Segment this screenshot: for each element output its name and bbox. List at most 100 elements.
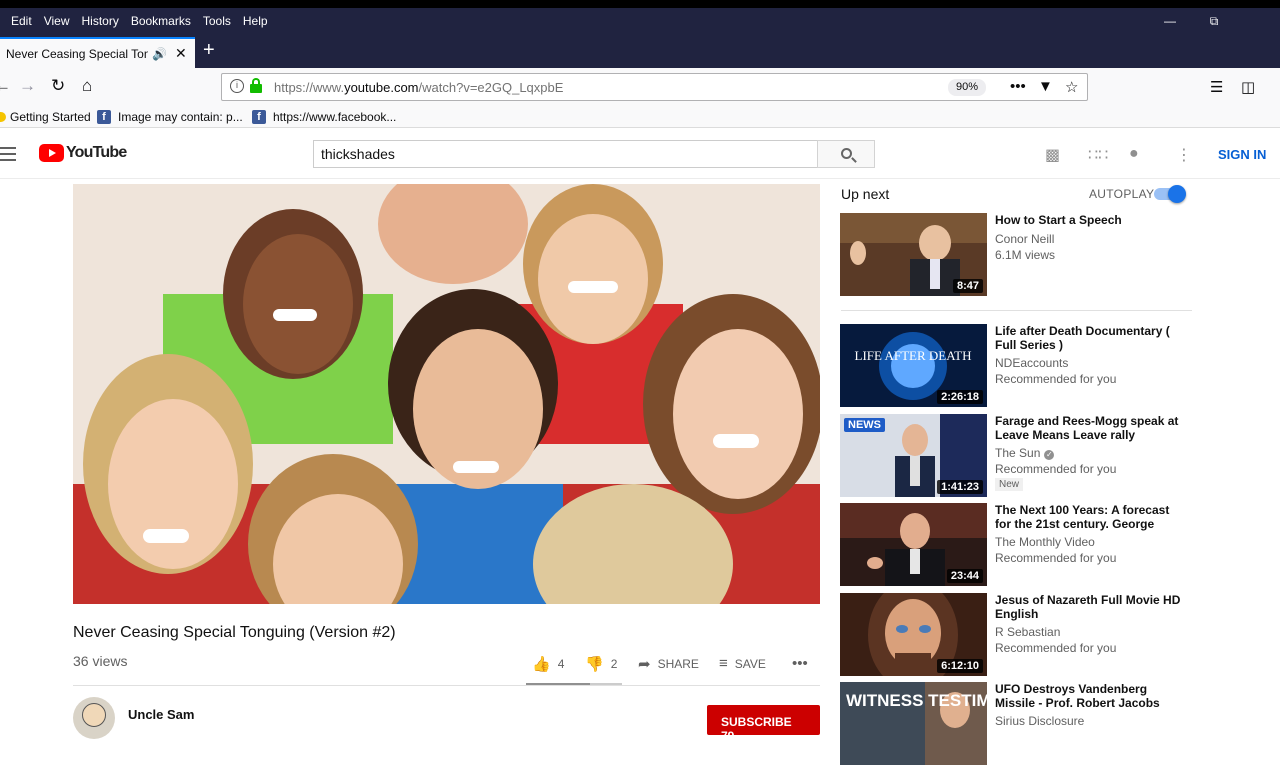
back-icon[interactable]: ← [0,76,11,96]
video-thumbnail[interactable]: WITNESS TESTIMONY [840,682,987,765]
lock-icon[interactable] [250,78,262,93]
video-duration: 6:12:10 [937,659,983,673]
reload-icon[interactable]: ↻ [51,76,65,96]
zoom-level[interactable]: 90% [948,79,986,96]
menu-view[interactable]: View [44,14,70,28]
window-controls: — ⧉ [1148,8,1280,34]
news-badge: NEWS [844,418,885,432]
video-card-channel[interactable]: The Monthly Video [995,535,1095,549]
menu-bar: Edit View History Bookmarks Tools Help [0,8,1280,34]
video-card-channel[interactable]: R Sebastian [995,625,1060,639]
video-thumbnail[interactable]: 6:12:10 [840,593,987,676]
menu-history[interactable]: History [81,14,118,28]
menu-help[interactable]: Help [243,14,268,28]
thumbnail-image: WITNESS TESTIMONY [840,682,987,765]
create-video-icon[interactable]: ▩ [1045,145,1060,165]
youtube-logo[interactable]: YouTube [39,144,127,162]
pocket-icon[interactable]: ▼ [1038,78,1053,95]
video-card-meta: Recommended for you [995,462,1117,476]
video-card-channel[interactable]: NDEaccounts [995,356,1068,370]
channel-avatar[interactable] [73,697,115,739]
video-card-channel[interactable]: Conor Neill [995,232,1054,246]
new-tab-icon[interactable]: + [203,39,215,62]
video-thumbnail[interactable]: 23:44 [840,503,987,586]
video-card-title[interactable]: Jesus of Nazareth Full Movie HD English [995,593,1185,621]
menu-edit[interactable]: Edit [11,14,32,28]
tab-active[interactable]: Never Ceasing Special Tong 🔊 ✕ [0,37,195,68]
subscribe-button[interactable]: SUBSCRIBE 79 [707,705,820,743]
save-button[interactable]: ≡ SAVE [719,655,766,672]
url-domain: youtube.com [344,80,419,95]
library-icon[interactable]: ☰ [1210,78,1223,96]
view-count: 36 views [73,653,128,669]
video-duration: 2:26:18 [937,390,983,404]
video-thumbnail[interactable]: NEWS 1:41:23 [840,414,987,497]
facebook-icon: f [97,110,111,124]
video-card-title[interactable]: The Next 100 Years: A forecast for the 2… [995,503,1185,531]
bookmarks-bar: Getting Started f Image may contain: p..… [0,106,1280,128]
search-button[interactable] [817,140,875,168]
menu-tools[interactable]: Tools [203,14,231,28]
divider [841,310,1192,311]
like-count: 4 [557,657,565,671]
like-button[interactable]: 👍 4 [532,655,564,673]
youtube-play-icon [39,144,64,162]
navigation-bar: ← → ↻ ⌂ i https://www.youtube.com/watch?… [0,68,1280,106]
url-bar[interactable]: i https://www.youtube.com/watch?v=e2GQ_L… [221,73,1088,101]
video-card-meta: Recommended for you [995,551,1117,565]
speaker-icon[interactable]: 🔊 [152,47,167,61]
more-horizontal-icon: ••• [792,655,808,672]
more-actions-button[interactable]: ••• [792,655,815,672]
channel-label: The Sun [995,446,1041,460]
bookmark-image[interactable]: f Image may contain: p... [97,110,243,124]
forward-icon[interactable]: → [19,76,36,96]
video-duration: 1:41:23 [937,480,983,494]
autoplay-toggle[interactable] [1154,185,1186,203]
thumbs-up-icon: 👍 [532,656,551,673]
bookmark-star-icon[interactable]: ☆ [1065,78,1078,96]
sidebar-icon[interactable]: ◫ [1241,78,1255,96]
hamburger-menu-icon[interactable] [0,147,16,165]
page-actions-icon[interactable]: ••• [1010,78,1026,95]
video-card-title[interactable]: Life after Death Documentary ( Full Seri… [995,324,1185,352]
messages-icon[interactable]: ● [1129,145,1139,163]
menu-bookmarks[interactable]: Bookmarks [131,14,191,28]
save-label: SAVE [734,656,766,671]
video-card-title[interactable]: Farage and Rees-Mogg speak at Leave Mean… [995,414,1185,442]
bookmark-getting-started[interactable]: Getting Started [0,110,91,124]
dislike-button[interactable]: 👎 2 [585,655,617,673]
more-options-icon[interactable]: ⋮ [1176,145,1192,165]
thumbs-down-icon: 👎 [585,656,604,673]
youtube-header: YouTube thickshades ▩ ∷∷ ● ⋮ SIGN IN [0,129,1280,179]
video-duration: 8:47 [952,279,983,293]
tab-close-icon[interactable]: ✕ [175,45,187,62]
video-card-title[interactable]: How to Start a Speech [995,213,1185,227]
minimize-icon[interactable]: — [1148,14,1192,28]
apps-icon[interactable]: ∷∷ [1088,145,1108,165]
video-thumbnail[interactable]: 8:47 [840,213,987,296]
video-title: Never Ceasing Special Tonguing (Version … [73,624,396,641]
video-duration: 23:44 [946,569,983,583]
sign-in-button[interactable]: SIGN IN [1218,147,1266,162]
thumb-text-5: WITNESS TESTIMONY [846,691,987,710]
video-card-meta: Recommended for you [995,372,1117,386]
tab-title: Never Ceasing Special Tong [6,46,148,61]
restore-icon[interactable]: ⧉ [1192,14,1236,29]
video-card-channel[interactable]: Sirius Disclosure [995,714,1084,728]
video-card-meta: 6.1M views [995,248,1056,262]
home-icon[interactable]: ⌂ [82,76,92,96]
screen-top-strip [0,0,1280,8]
video-card-channel[interactable]: The Sun ✓ [995,446,1055,460]
video-thumbnail[interactable]: LIFE AFTER DEATH 2:26:18 [840,324,987,407]
news-badge-label: NEWS [848,419,881,431]
info-icon[interactable]: i [230,79,244,93]
share-button[interactable]: ➦ SHARE [638,655,699,673]
url-text[interactable]: https://www.youtube.com/watch?v=e2GQ_Lqx… [274,80,563,95]
search-input[interactable]: thickshades [313,140,818,168]
bookmark-facebook[interactable]: f https://www.facebook... [252,110,396,124]
logo-text: YouTube [66,144,127,161]
playlist-add-icon: ≡ [719,655,728,672]
video-card-title[interactable]: UFO Destroys Vandenberg Missile - Prof. … [995,682,1185,710]
bookmark-label: Image may contain: p... [118,110,243,124]
video-player[interactable] [73,184,820,604]
